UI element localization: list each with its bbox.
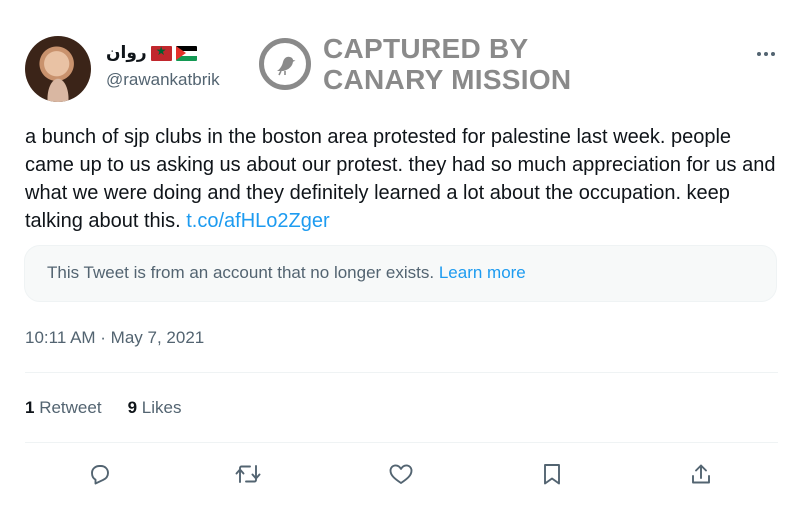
bookmark-icon[interactable] bbox=[538, 460, 566, 488]
tweet-body: a bunch of sjp clubs in the boston area … bbox=[25, 126, 776, 232]
author-display-name: روان bbox=[106, 43, 147, 62]
notice-text: This Tweet is from an account that no lo… bbox=[47, 263, 439, 282]
share-icon[interactable] bbox=[687, 460, 715, 488]
author-name-row[interactable]: روان bbox=[106, 42, 197, 64]
reply-icon[interactable] bbox=[86, 460, 114, 488]
tweet-link[interactable]: t.co/afHLo2Zger bbox=[186, 210, 329, 232]
likes-stat[interactable]: 9 Likes bbox=[128, 398, 182, 418]
retweet-icon[interactable] bbox=[234, 460, 262, 488]
morocco-flag-icon bbox=[150, 45, 172, 61]
action-bar bbox=[25, 452, 778, 496]
more-options-icon[interactable] bbox=[750, 46, 782, 62]
tweet-card: روان @rawankatbrik CAPTURED BY CANARY MI… bbox=[0, 0, 800, 507]
author-handle[interactable]: @rawankatbrik bbox=[106, 70, 220, 90]
canary-bird-icon bbox=[259, 38, 311, 90]
engagement-stats: 1 Retweet 9 Likes bbox=[25, 398, 181, 418]
divider bbox=[25, 442, 778, 443]
retweets-label: Retweet bbox=[39, 398, 102, 417]
tweet-timestamp[interactable]: 10:11 AM · May 7, 2021 bbox=[25, 328, 204, 348]
like-icon[interactable] bbox=[387, 460, 415, 488]
deleted-account-notice: This Tweet is from an account that no lo… bbox=[24, 245, 777, 302]
divider bbox=[25, 372, 778, 373]
canary-mission-watermark: CAPTURED BY CANARY MISSION bbox=[259, 33, 571, 95]
learn-more-link[interactable]: Learn more bbox=[439, 263, 526, 282]
retweets-count: 1 bbox=[25, 398, 35, 417]
palestine-flag-icon bbox=[175, 45, 197, 61]
watermark-line-2: CANARY MISSION bbox=[323, 64, 572, 95]
watermark-line-1: CAPTURED BY bbox=[323, 33, 529, 64]
retweets-stat[interactable]: 1 Retweet bbox=[25, 398, 102, 418]
watermark-text: CAPTURED BY CANARY MISSION bbox=[323, 33, 571, 95]
avatar[interactable] bbox=[25, 36, 91, 102]
likes-label: Likes bbox=[141, 398, 182, 417]
tweet-text: a bunch of sjp clubs in the boston area … bbox=[25, 123, 785, 235]
likes-count: 9 bbox=[127, 398, 138, 417]
